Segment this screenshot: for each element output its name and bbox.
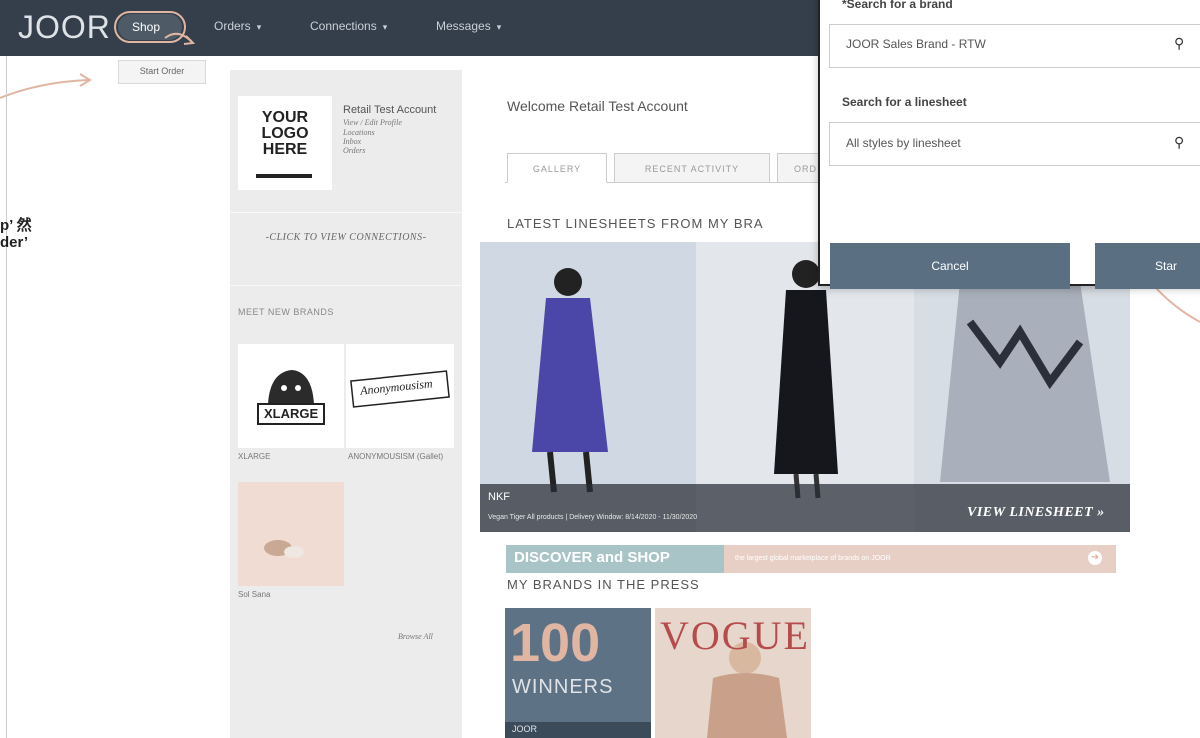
- discover-tagline: the largest global marketplace of brands…: [735, 555, 891, 562]
- sidebar-divider: [230, 212, 462, 213]
- linesheet-search-value: All styles by linesheet: [846, 136, 961, 150]
- cancel-button[interactable]: Cancel: [830, 243, 1070, 289]
- brand-tile-sol-sana[interactable]: [238, 482, 344, 586]
- view-linesheet-link[interactable]: VIEW LINESHEET »: [967, 505, 1105, 521]
- view-connections-link[interactable]: -CLICK TO VIEW CONNECTIONS-: [230, 232, 462, 243]
- logo-line-2: LOGO: [261, 125, 309, 142]
- sidebar-divider: [230, 285, 462, 286]
- brand-name-sol-sana[interactable]: Sol Sana: [238, 590, 270, 599]
- arrow-right-icon[interactable]: ➜: [1088, 551, 1102, 565]
- annotation-divider: [6, 56, 7, 738]
- annotation-text-1: p’ 然: [0, 217, 32, 234]
- tab-recent-activity[interactable]: RECENT ACTIVITY: [614, 153, 770, 183]
- shoes-image-icon: [264, 540, 304, 558]
- brand-name-xlarge[interactable]: XLARGE: [238, 452, 270, 461]
- account-name: Retail Test Account: [343, 104, 437, 116]
- search-linesheet-label: Search for a linesheet: [842, 95, 967, 109]
- banner-brand-name: NKF: [488, 491, 510, 503]
- press-joor-tag: JOOR: [512, 724, 538, 734]
- search-icon[interactable]: ⚲: [1174, 134, 1184, 151]
- press-winners-text: WINNERS: [512, 676, 614, 698]
- brand-search-value: JOOR Sales Brand - RTW: [846, 37, 986, 51]
- xlarge-logo-text: XLARGE: [264, 406, 319, 421]
- banner-delivery-window: Vegan Tiger All products | Delivery Wind…: [488, 514, 698, 521]
- logo-underline: [256, 174, 312, 178]
- brand-tile-anonymousism[interactable]: Anonymousism: [346, 344, 454, 448]
- logo-line-3: HERE: [262, 141, 308, 158]
- search-brand-label: *Search for a brand: [842, 0, 953, 11]
- brand-name-anonymousism[interactable]: ANONYMOUSISM (Gallet): [348, 452, 452, 461]
- locations-link[interactable]: Locations: [343, 128, 375, 137]
- inbox-link[interactable]: Inbox: [343, 137, 361, 146]
- latest-linesheets-heading: LATEST LINESHEETS FROM MY BRA: [507, 216, 764, 231]
- vogue-title: VOGUE: [660, 613, 810, 658]
- search-icon[interactable]: ⚲: [1174, 35, 1184, 52]
- meet-new-brands-heading: MEET NEW BRANDS: [238, 307, 334, 317]
- edit-profile-link[interactable]: View / Edit Profile: [343, 118, 402, 127]
- tab-gallery[interactable]: GALLERY: [507, 153, 607, 183]
- start-button[interactable]: Star: [1095, 243, 1200, 289]
- logo-line-1: YOUR: [261, 109, 309, 126]
- discover-shop-text: DISCOVER and SHOP: [514, 549, 670, 566]
- account-logo-text: YOUR LOGO HERE: [238, 110, 332, 158]
- welcome-heading: Welcome Retail Test Account: [507, 98, 688, 114]
- brand-tile-xlarge[interactable]: XLARGE: [238, 344, 344, 448]
- annotation-text-2: der’: [0, 234, 29, 251]
- press-100-number: 100: [510, 613, 601, 673]
- brands-in-press-heading: MY BRANDS IN THE PRESS: [507, 577, 700, 592]
- orders-link[interactable]: Orders: [343, 146, 365, 155]
- browse-all-link[interactable]: Browse All: [398, 632, 433, 641]
- xlarge-logo-icon: [257, 370, 325, 425]
